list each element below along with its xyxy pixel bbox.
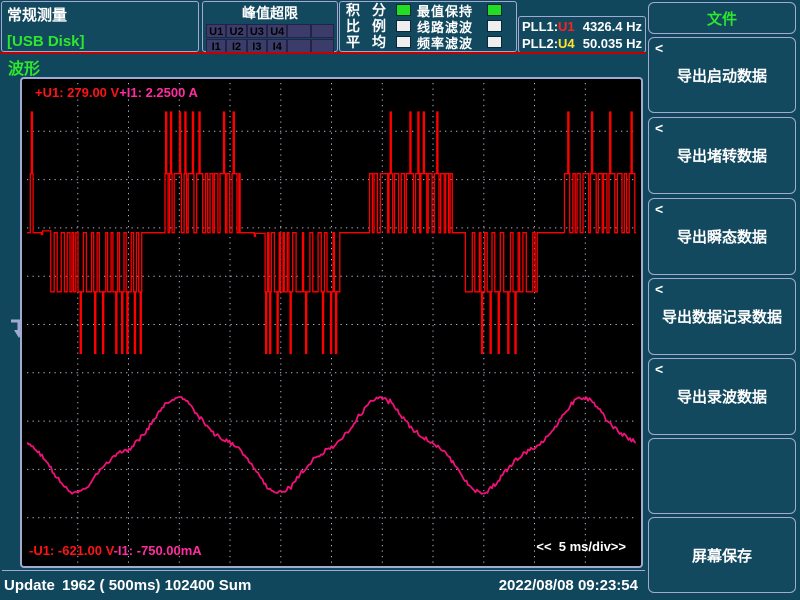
sidebar-button-export-data-record-data[interactable]: < 导出数据记录数据 [648, 278, 796, 355]
update-label: Update [4, 577, 55, 594]
usb-status: [USB Disk] [7, 33, 85, 50]
average-row: 平 均 频率滤波 [346, 34, 516, 50]
line-filter-indicator[interactable] [487, 20, 502, 32]
u1-max-label: +U1: 279.00 V [35, 85, 119, 100]
pll1-label: PLL1: [522, 19, 558, 34]
scale-labels-bottom: -U1: -621.00 V-I1: -750.00mA [29, 543, 202, 558]
i1-min-label: -I1: -750.00mA [114, 543, 202, 558]
peak-cell-i3: I3 [247, 39, 267, 53]
peak-cell-empty [287, 24, 310, 38]
peak-cell-empty [311, 24, 334, 38]
peak-cell-u3: U3 [247, 24, 267, 38]
waveform-panel-title: 波形 [8, 55, 40, 79]
waveform-plot [27, 83, 636, 566]
peak-cell-i2: I2 [226, 39, 246, 53]
u1-min-label: -U1: -621.00 V [29, 543, 114, 558]
peak-cell-u4: U4 [267, 24, 287, 38]
average-indicator[interactable] [396, 36, 411, 48]
integ-char: 平 [346, 32, 372, 52]
sidebar-button-export-locked-rotor-data[interactable]: < 导出堵转数据 [648, 117, 796, 194]
freq-filter-indicator[interactable] [487, 36, 502, 48]
peak-cell-empty [287, 39, 310, 53]
peak-cell-empty [311, 39, 334, 53]
power-analyzer-screen: 常规测量 [USB Disk] 峰值超限 U1 U2 U3 U4 I1 I2 I… [0, 0, 800, 600]
peak-cell-u1: U1 [206, 24, 226, 38]
sidebar-title-file: 文件 [648, 2, 796, 34]
peak-row-voltage: U1 U2 U3 U4 [206, 24, 334, 38]
max-hold-indicator[interactable] [487, 4, 502, 16]
pll1-row: PLL1: U1 4326.4 Hz [522, 18, 642, 34]
peak-cell-u2: U2 [226, 24, 246, 38]
waveform-chart: +U1: 279.00 V+I1: 2.2500 A -U1: -621.00 … [27, 83, 636, 566]
submenu-arrow-icon: < [655, 40, 663, 56]
button-label: 屏幕保存 [692, 545, 752, 566]
integration-indicator[interactable] [396, 4, 411, 16]
pll2-row: PLL2: U4 50.035 Hz [522, 35, 642, 51]
button-label: 导出瞬态数据 [677, 226, 767, 247]
scale-labels-top: +U1: 279.00 V+I1: 2.2500 A [35, 85, 198, 100]
timebase-label: << 5 ms/div>> [536, 539, 626, 554]
sidebar-button-export-transient-data[interactable]: < 导出瞬态数据 [648, 198, 796, 275]
sidebar-button-export-startup-data[interactable]: < 导出启动数据 [648, 37, 796, 113]
update-counter: 1962 ( 500ms) 102400 Sum [62, 577, 251, 594]
peak-cell-i1: I1 [206, 39, 226, 53]
pll2-frequency: 50.035 Hz [578, 36, 642, 51]
peak-row-current: I1 I2 I3 I4 [206, 39, 334, 53]
button-label: 导出堵转数据 [677, 145, 767, 166]
pll2-source: U4 [558, 36, 578, 51]
mode-title: 常规测量 [7, 4, 67, 25]
waveform-panel: +U1: 279.00 V+I1: 2.2500 A -U1: -621.00 … [20, 77, 643, 568]
measurement-mode-panel: 常规测量 [USB Disk] [1, 1, 199, 52]
pll1-frequency: 4326.4 Hz [578, 19, 642, 34]
sidebar-button-screen-save[interactable]: 屏幕保存 [648, 517, 796, 593]
ratio-indicator[interactable] [396, 20, 411, 32]
i1-max-label: +I1: 2.2500 A [119, 85, 198, 100]
peak-cell-i4: I4 [267, 39, 287, 53]
submenu-arrow-icon: < [655, 201, 663, 217]
header-separator [0, 52, 646, 54]
integ-char: 均 [372, 32, 396, 52]
pll1-source: U1 [558, 19, 578, 34]
submenu-arrow-icon: < [655, 281, 663, 297]
peak-over-limit-panel: 峰值超限 U1 U2 U3 U4 I1 I2 I3 I4 [202, 1, 338, 52]
pll-panel: PLL1: U1 4326.4 Hz PLL2: U4 50.035 Hz [518, 16, 646, 53]
button-label: 导出录波数据 [677, 386, 767, 407]
freq-filter-label: 频率滤波 [417, 33, 479, 52]
integration-filter-panel: 积 分 最值保持 比 例 线路滤波 平 均 频率滤波 [339, 1, 517, 52]
submenu-arrow-icon: < [655, 361, 663, 377]
submenu-arrow-icon: < [655, 120, 663, 136]
sidebar-button-empty [648, 438, 796, 514]
pll2-label: PLL2: [522, 36, 558, 51]
button-label: 导出启动数据 [677, 65, 767, 86]
status-separator [2, 570, 645, 573]
peak-over-limit-title: 峰值超限 [203, 3, 337, 23]
button-label: 导出数据记录数据 [662, 306, 782, 327]
sidebar-button-export-waveform-record-data[interactable]: < 导出录波数据 [648, 358, 796, 435]
datetime: 2022/08/08 09:23:54 [499, 577, 638, 594]
